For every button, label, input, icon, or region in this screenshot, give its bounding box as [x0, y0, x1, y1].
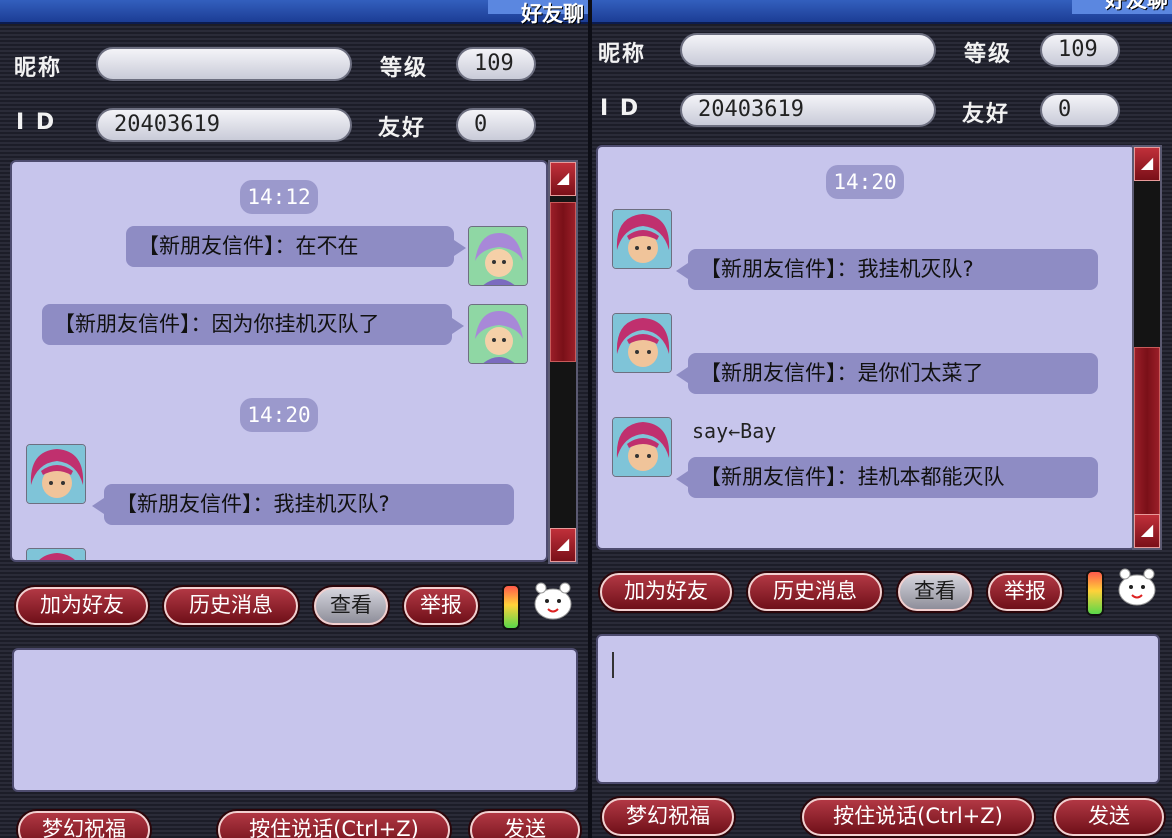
nickname-field: [96, 47, 352, 81]
volume-meter-icon: [1086, 570, 1104, 616]
message-bubble: 【新朋友信件】：是你们太菜了: [676, 353, 1098, 394]
friend-avatar-icon[interactable]: [468, 304, 528, 364]
friend-avatar-icon[interactable]: [468, 226, 528, 286]
level-label: 等级: [380, 56, 429, 81]
volume-meter-icon: [502, 584, 520, 630]
timestamp: 14:20: [826, 165, 904, 199]
title-bar[interactable]: 好友聊: [592, 0, 1172, 24]
send-button[interactable]: 发送: [470, 811, 580, 838]
scroll-track[interactable]: [550, 196, 576, 528]
scroll-thumb[interactable]: [1134, 347, 1160, 515]
chat-history[interactable]: 14:20 【新朋友信件】：我挂机灭队? 【新朋友信件】：是你们太菜了 say←…: [596, 145, 1136, 550]
message-bubble: 【新朋友信件】：挂机本都能灭队: [676, 457, 1098, 498]
window-title: 好友聊: [1105, 0, 1168, 12]
scroll-down-button[interactable]: ◢: [550, 528, 576, 562]
nickname-label: 昵称: [598, 42, 647, 67]
sender-name: say←Bay: [692, 419, 777, 443]
chat-history[interactable]: 14:12 【新朋友信件】：在不在 【新朋友信件】：因为你挂机灭队了 14:20…: [10, 160, 548, 562]
level-field: 109: [1040, 33, 1120, 67]
title-bar[interactable]: 好友聊: [0, 0, 588, 26]
message-bubble: 【新朋友信件】：我挂机灭队?: [92, 484, 514, 525]
history-button[interactable]: 历史消息: [164, 587, 298, 625]
mascot-icon[interactable]: [1114, 564, 1160, 610]
blessing-button[interactable]: 梦幻祝福: [602, 798, 734, 836]
blessing-button[interactable]: 梦幻祝福: [18, 811, 150, 838]
report-button[interactable]: 举报: [404, 587, 478, 625]
nickname-label: 昵称: [14, 56, 63, 81]
message-input[interactable]: [596, 634, 1160, 784]
message-bubble: 【新朋友信件】：在不在: [126, 226, 466, 267]
report-button[interactable]: 举报: [988, 573, 1062, 611]
id-field: 20403619: [680, 93, 936, 127]
nickname-field: [680, 33, 936, 67]
send-button[interactable]: 发送: [1054, 798, 1164, 836]
view-button[interactable]: 查看: [314, 587, 388, 625]
chat-scrollbar[interactable]: ◢ ◢: [1132, 145, 1162, 550]
user-avatar-icon[interactable]: [612, 313, 672, 373]
window-title: 好友聊: [521, 2, 584, 26]
user-avatar-icon[interactable]: [612, 209, 672, 269]
id-label: I D: [16, 110, 57, 135]
message-bubble: 【新朋友信件】：我挂机灭队?: [676, 249, 1098, 290]
history-button[interactable]: 历史消息: [748, 573, 882, 611]
level-field: 109: [456, 47, 536, 81]
id-field: 20403619: [96, 108, 352, 142]
friendship-field: 0: [456, 108, 536, 142]
scroll-up-button[interactable]: ◢: [550, 162, 576, 196]
timestamp: 14:20: [240, 398, 318, 432]
message-bubble: 【新朋友信件】：因为你挂机灭队了: [42, 304, 464, 345]
chat-window-right: 好友聊 昵称 等级 109 I D 20403619 友好 0 14:20 【新…: [592, 0, 1172, 838]
chat-window-left: 好友聊 昵称 等级 109 I D 20403619 友好 0 14:12 【新…: [0, 0, 588, 838]
friendship-label: 友好: [962, 102, 1011, 127]
add-friend-button[interactable]: 加为好友: [16, 587, 148, 625]
scroll-up-button[interactable]: ◢: [1134, 147, 1160, 181]
friendship-label: 友好: [378, 116, 427, 141]
message-input[interactable]: [12, 648, 578, 792]
timestamp: 14:12: [240, 180, 318, 214]
level-label: 等级: [964, 42, 1013, 67]
scroll-track[interactable]: [1134, 181, 1160, 515]
user-avatar-icon[interactable]: [26, 444, 86, 504]
user-avatar-icon[interactable]: [26, 548, 86, 560]
add-friend-button[interactable]: 加为好友: [600, 573, 732, 611]
text-caret: [612, 652, 614, 678]
user-avatar-icon[interactable]: [612, 417, 672, 477]
view-button[interactable]: 查看: [898, 573, 972, 611]
chat-scrollbar[interactable]: ◢ ◢: [548, 160, 578, 564]
push-to-talk-button[interactable]: 按住说话(Ctrl+Z): [218, 811, 450, 838]
mascot-icon[interactable]: [530, 578, 576, 624]
id-label: I D: [600, 96, 641, 121]
push-to-talk-button[interactable]: 按住说话(Ctrl+Z): [802, 798, 1034, 836]
friendship-field: 0: [1040, 93, 1120, 127]
scroll-thumb[interactable]: [550, 202, 576, 362]
scroll-down-button[interactable]: ◢: [1134, 514, 1160, 548]
